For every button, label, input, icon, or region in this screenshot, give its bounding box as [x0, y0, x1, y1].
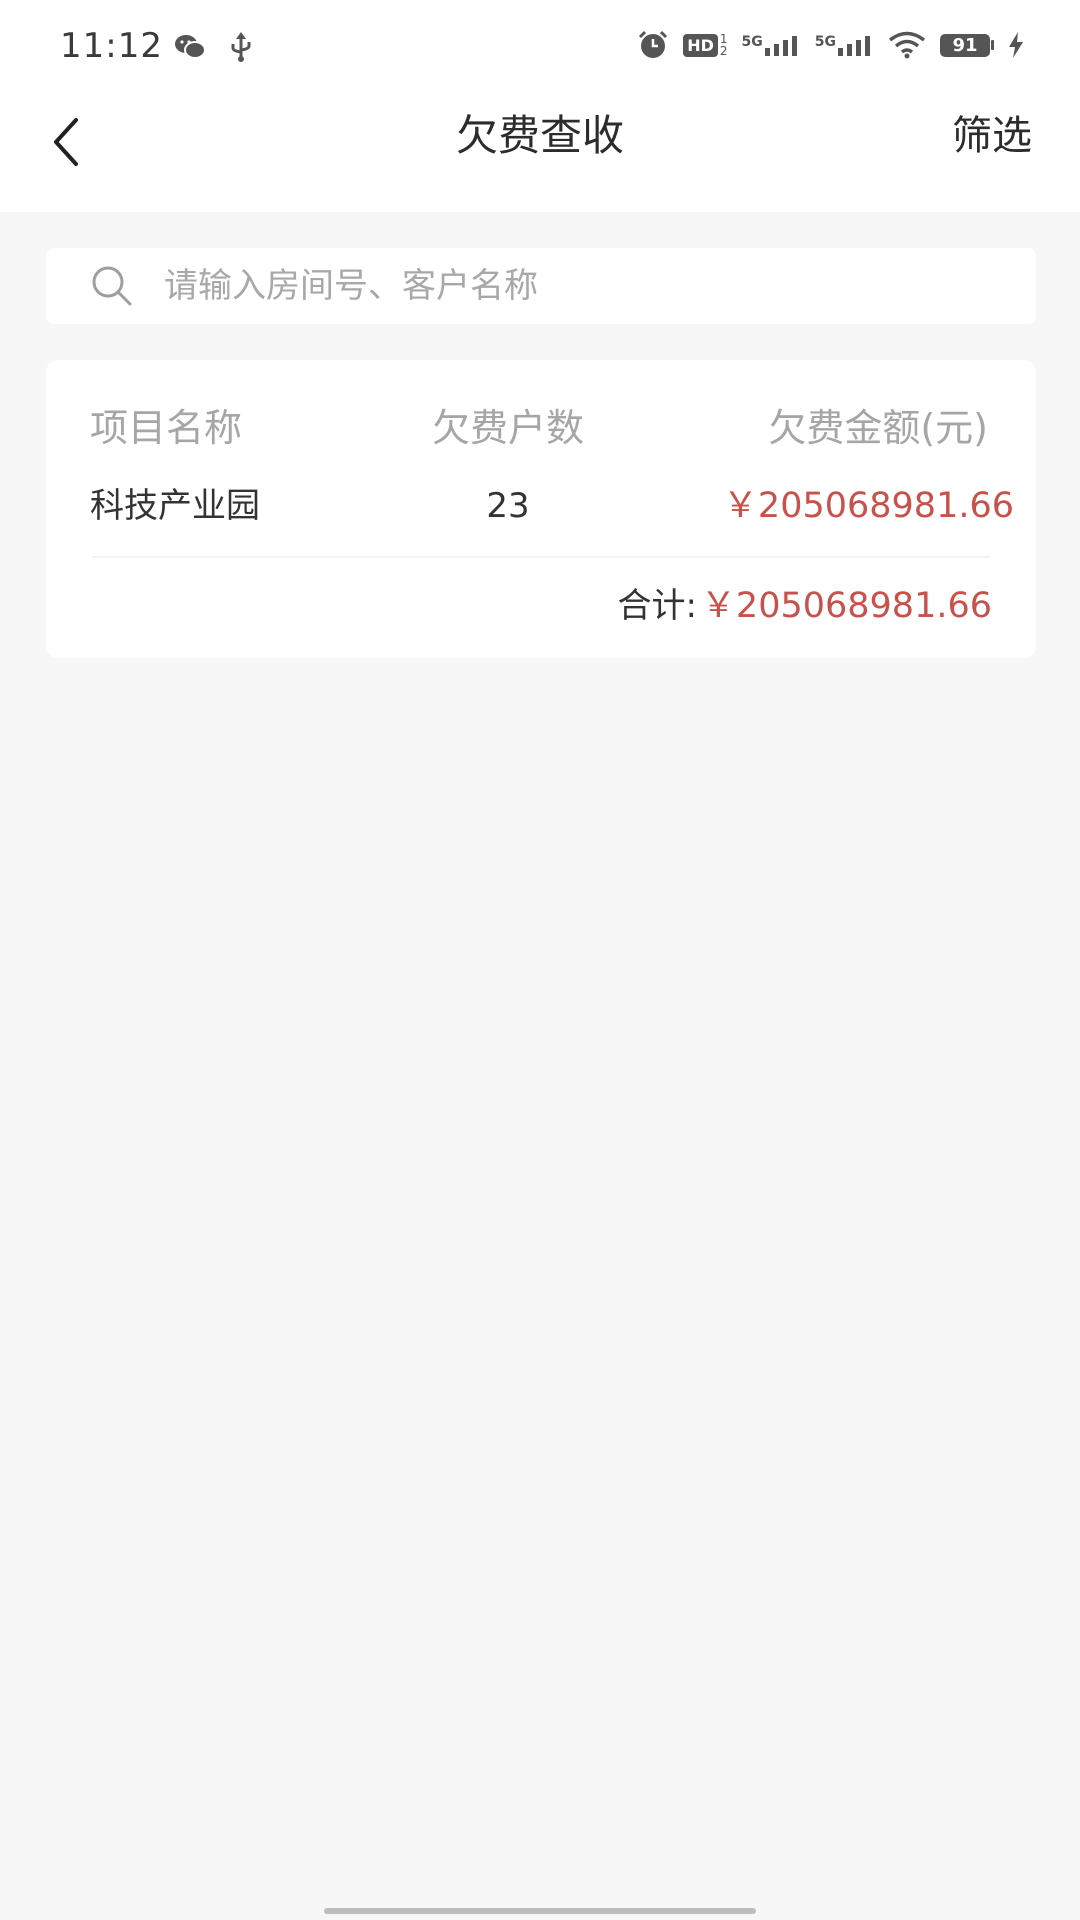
status-right-icons: HD 12 5G 5G 91 [637, 30, 1024, 60]
charging-bolt-icon [1009, 32, 1023, 58]
header-project-name: 项目名称 [90, 406, 243, 450]
row-project-name: 科技产业园 [90, 486, 260, 526]
signal-bars-icon [764, 36, 797, 56]
total-label: 合计: [617, 586, 697, 626]
status-time: 11:12 [60, 26, 163, 66]
hd-icon: HD 12 [683, 33, 728, 57]
row-amount: ￥205068981.66 [722, 486, 1014, 526]
header-amount: 欠费金额(元) [768, 406, 988, 450]
wechat-icon [175, 35, 206, 59]
battery-icon: 91 [940, 33, 994, 57]
row-divider [92, 556, 990, 558]
header-households: 欠费户数 [431, 406, 584, 450]
search-icon [92, 266, 132, 306]
search-box[interactable] [46, 248, 1036, 324]
total-value: ￥205068981.66 [700, 586, 992, 626]
alarm-icon [639, 30, 668, 58]
status-left-icons [174, 32, 254, 62]
filter-button[interactable]: 筛选 [952, 106, 1032, 166]
arrears-summary-card: 项目名称 欠费户数 欠费金额(元) 科技产业园 23 ￥205068981.66… [46, 360, 1036, 658]
network-type-2: 5G [814, 34, 836, 50]
hd-label: HD [683, 33, 718, 57]
cellular-signal-2: 5G [815, 34, 874, 56]
page-title: 欠费查收 [455, 111, 624, 160]
battery-level: 91 [940, 33, 990, 57]
cellular-signal-1: 5G [742, 34, 801, 56]
usb-icon [231, 32, 251, 62]
row-households: 23 [486, 486, 530, 526]
home-indicator[interactable] [324, 1908, 756, 1914]
signal-bars-icon [838, 36, 870, 56]
status-bar: 11:12 HD 1 2 5G 5G 91 [0, 0, 1080, 96]
network-type-1: 5G [741, 34, 763, 50]
wifi-icon [888, 31, 926, 59]
nav-bar: 欠费查收 筛选 [0, 96, 1080, 212]
screen: 11:12 HD 1 2 5G 5G 91 欠费查收 筛选 请输入房间号、客户名… [0, 0, 1080, 1920]
total-line: 合计: ￥205068981.66 [617, 576, 992, 636]
search-input[interactable] [162, 265, 986, 307]
